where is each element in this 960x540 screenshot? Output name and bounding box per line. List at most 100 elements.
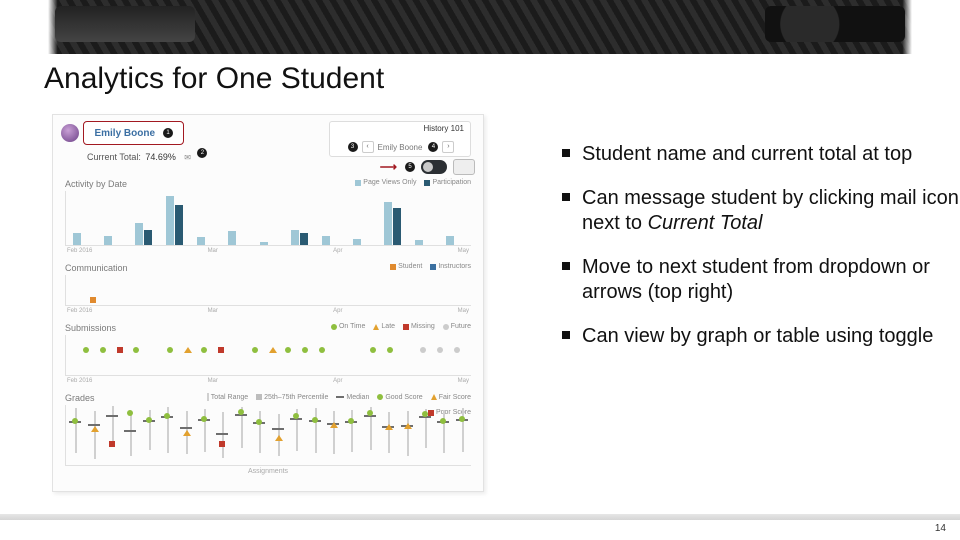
submission-marker <box>133 347 139 353</box>
grade-range <box>388 412 390 453</box>
grade-score-marker <box>201 416 207 422</box>
grade-median <box>106 415 118 417</box>
student-pill[interactable]: Emily Boone 1 <box>83 121 184 145</box>
chart-activity-xticks: Feb 2016MarAprMay <box>65 248 471 254</box>
grade-median <box>180 427 192 429</box>
submission-marker <box>100 347 106 353</box>
grade-median <box>124 430 136 432</box>
grade-range <box>130 412 132 456</box>
grade-range <box>222 412 224 458</box>
activity-bar-pv <box>415 240 423 245</box>
activity-bar-pv <box>104 236 112 245</box>
grade-score-marker <box>312 417 318 423</box>
legend-good: Good Score <box>385 394 422 401</box>
current-total-value: 74.69% <box>145 152 176 162</box>
legend-missing: Missing <box>411 323 435 330</box>
bullet-item: Can message student by clicking mail ico… <box>560 186 960 235</box>
grade-median <box>272 428 284 430</box>
submission-marker <box>454 347 460 353</box>
table-view-icon[interactable] <box>453 159 475 175</box>
slide-title: Analytics for One Student <box>44 62 384 96</box>
grade-range <box>259 411 261 453</box>
activity-bar-pv <box>135 223 143 245</box>
nav-student-label: Emily Boone <box>378 143 423 152</box>
current-total-label: Current Total: <box>87 152 141 162</box>
chart-activity-legend: Page Views Only Participation <box>355 179 471 186</box>
callout-arrow-icon: ⟶ <box>380 160 397 174</box>
chart-grades-plot <box>65 405 471 466</box>
callout-3: 3 <box>348 142 358 152</box>
mail-icon[interactable]: ✉ <box>184 153 191 162</box>
chart-activity: Activity by Date Page Views Only Partici… <box>65 179 471 254</box>
grade-score-marker <box>275 435 283 441</box>
chart-communication-xticks: Feb 2016MarAprMay <box>65 308 471 314</box>
grade-range <box>75 408 77 453</box>
legend-fair: Fair Score <box>439 394 471 401</box>
grade-range <box>351 410 353 452</box>
submission-marker <box>302 347 308 353</box>
submission-marker <box>117 347 123 353</box>
grade-score-marker <box>440 418 446 424</box>
activity-bar-pv <box>322 236 330 245</box>
legend-ontime: On Time <box>339 323 365 330</box>
grade-range <box>443 410 445 453</box>
submission-marker <box>167 347 173 353</box>
submission-marker <box>201 347 207 353</box>
grade-score-marker <box>330 422 338 428</box>
grade-score-marker <box>164 413 170 419</box>
footer-bar <box>0 514 960 520</box>
slide-body: Analytics for One Student Emily Boone 1 … <box>0 54 960 540</box>
view-toggle-row: ⟶ 5 <box>380 159 475 175</box>
submission-marker <box>218 347 224 353</box>
callout-5: 5 <box>405 162 415 172</box>
legend-late: Late <box>381 323 395 330</box>
submission-marker <box>420 347 426 353</box>
slide-top-texture <box>0 0 960 56</box>
grade-range <box>94 411 96 459</box>
activity-bar-pv <box>228 231 236 245</box>
submission-marker <box>370 347 376 353</box>
grade-score-marker <box>348 418 354 424</box>
grade-range <box>407 411 409 456</box>
grade-score-marker <box>183 430 191 436</box>
student-name: Emily Boone <box>94 128 155 139</box>
legend-future: Future <box>451 323 471 330</box>
activity-bar-pv <box>73 233 81 245</box>
chart-communication-legend: Student Instructors <box>390 263 471 270</box>
submission-marker <box>437 347 443 353</box>
grade-range <box>333 411 335 454</box>
bullet-item: Student name and current total at top <box>560 142 960 166</box>
submission-marker <box>184 347 192 353</box>
grade-score-marker <box>109 441 115 447</box>
prev-student-button[interactable]: ‹ <box>362 141 374 153</box>
grade-range <box>462 408 464 452</box>
chart-submissions-legend: On Time Late Missing Future <box>331 323 471 330</box>
analytics-screenshot: Emily Boone 1 Current Total: 74.69% ✉ 2 … <box>52 114 484 492</box>
submission-marker <box>252 347 258 353</box>
callout-4: 4 <box>428 142 438 152</box>
chart-grades: Grades Total Range 25th–75th Percentile … <box>65 393 471 475</box>
bullet-list: Student name and current total at top Can… <box>520 142 960 368</box>
grade-score-marker <box>72 418 78 424</box>
grade-score-marker <box>146 417 152 423</box>
grade-score-marker <box>367 410 373 416</box>
activity-bar-pv <box>260 242 268 245</box>
activity-bar-pv <box>197 237 205 245</box>
next-student-button[interactable]: › <box>442 141 454 153</box>
activity-bar-pv <box>166 196 174 245</box>
legend-participation: Participation <box>432 179 471 186</box>
legend-instructors: Instructors <box>438 263 471 270</box>
graph-table-toggle[interactable] <box>421 160 447 174</box>
grade-median <box>216 433 228 435</box>
activity-bar-pv <box>353 239 361 245</box>
activity-bar-participation <box>393 208 401 245</box>
grade-score-marker <box>459 416 465 422</box>
chart-submissions-plot <box>65 335 471 376</box>
grade-score-marker <box>404 423 412 429</box>
grade-range <box>315 408 317 453</box>
legend-median: Median <box>346 394 369 401</box>
activity-bar-pv <box>384 202 392 245</box>
submission-marker <box>387 347 393 353</box>
grade-score-marker <box>238 409 244 415</box>
callout-2: 2 <box>197 148 207 158</box>
